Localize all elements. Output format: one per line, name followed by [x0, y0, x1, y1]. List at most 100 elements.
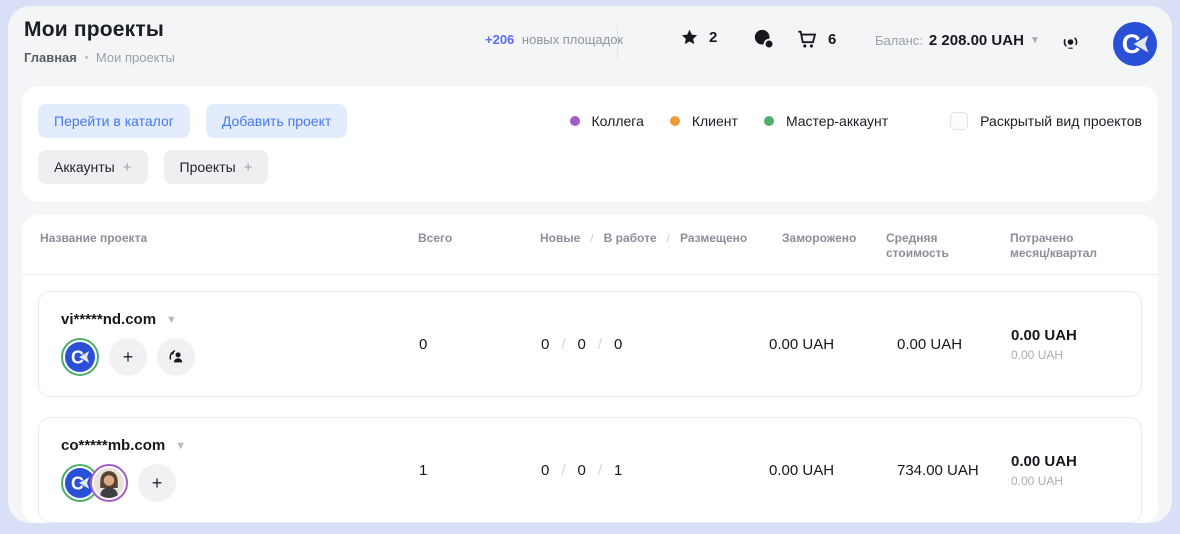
column-header-in-progress: В работе	[604, 231, 657, 246]
client-dot-icon	[670, 116, 680, 126]
toolbar-card: Перейти в каталог Добавить проект Коллег…	[22, 86, 1158, 202]
notifications-button[interactable]	[1060, 32, 1081, 53]
cart-icon	[796, 28, 818, 50]
legend-colleague-label: Коллега	[592, 113, 644, 129]
spent-values: 0.00 UAH 0.00 UAH	[1011, 453, 1141, 488]
favorites-button[interactable]: 2	[680, 28, 717, 47]
favorites-count: 2	[709, 29, 717, 46]
chevron-down-icon: ▼	[1030, 35, 1040, 46]
column-header-frozen: Заморожено	[768, 231, 886, 246]
app-window: Мои проекты Главная Мои проекты +206 нов…	[8, 6, 1172, 523]
breadcrumb-home[interactable]: Главная	[24, 50, 77, 65]
table-header-divider	[22, 274, 1158, 275]
total-value: 1	[419, 462, 541, 479]
balance-label: Баланс:	[875, 33, 923, 48]
expanded-view-toggle[interactable]: Раскрытый вид проектов	[950, 112, 1142, 130]
total-value: 0	[419, 336, 541, 353]
plus-icon: +	[152, 473, 163, 494]
chat-icon	[753, 28, 775, 50]
collaborator-logo[interactable]: C	[1113, 22, 1157, 66]
slash-separator: /	[598, 336, 602, 353]
column-header-statuses: Новые / В работе / Размещено	[540, 231, 768, 246]
project-cell: vi*****nd.com ▼ C +	[61, 292, 419, 396]
star-icon	[680, 28, 699, 47]
column-header-placed: Размещено	[680, 231, 747, 246]
avg-cost-value: 734.00 UAH	[887, 462, 1011, 479]
cart-count: 6	[828, 31, 836, 48]
colleague-dot-icon	[570, 116, 580, 126]
column-header-avg-cost: Средняя стоимость	[886, 231, 978, 261]
project-name: vi*****nd.com	[61, 311, 156, 328]
master-account-avatar[interactable]: C	[61, 338, 99, 376]
chevron-down-icon: ▼	[175, 440, 186, 452]
new-value: 0	[541, 336, 549, 353]
expanded-view-checkbox[interactable]	[950, 112, 968, 130]
transfer-project-button[interactable]	[157, 338, 195, 376]
new-platforms-label: новых площадок	[522, 32, 623, 47]
add-member-button[interactable]: +	[138, 464, 176, 502]
legend-client-label: Клиент	[692, 113, 738, 129]
slash-separator: /	[590, 231, 593, 246]
table-header: Название проекта Всего Новые / В работе …	[22, 215, 1158, 274]
user-transfer-icon	[166, 347, 186, 367]
messages-button[interactable]	[753, 28, 775, 50]
accounts-filter-button[interactable]: Аккаунты +	[38, 150, 148, 184]
project-row: co*****mb.com ▼ C	[38, 417, 1142, 523]
column-header-name: Название проекта	[40, 231, 418, 246]
legend-colleague: Коллега	[570, 113, 644, 129]
breadcrumb: Главная Мои проекты	[24, 50, 175, 65]
new-value: 0	[541, 462, 549, 479]
slash-separator: /	[667, 231, 670, 246]
plus-icon: +	[123, 159, 132, 176]
projects-filter-label: Проекты	[180, 159, 236, 175]
project-row: vi*****nd.com ▼ C +	[38, 291, 1142, 397]
project-cell: co*****mb.com ▼ C	[61, 418, 419, 522]
notifications-icon	[1060, 32, 1081, 53]
add-member-button[interactable]: +	[109, 338, 147, 376]
new-platforms-link[interactable]: +206 новых площадок	[485, 32, 623, 47]
expanded-view-label: Раскрытый вид проектов	[980, 113, 1142, 129]
slash-separator: /	[561, 336, 565, 353]
slash-separator: /	[598, 462, 602, 479]
go-to-catalog-button[interactable]: Перейти в каталог	[38, 104, 190, 138]
in-progress-value: 0	[578, 462, 586, 479]
frozen-value: 0.00 UAH	[769, 336, 887, 353]
spent-quarter-value: 0.00 UAH	[1011, 474, 1141, 488]
header: Мои проекты Главная Мои проекты +206 нов…	[8, 6, 1172, 86]
project-name-dropdown[interactable]: vi*****nd.com ▼	[61, 311, 419, 328]
spent-month-value: 0.00 UAH	[1011, 453, 1141, 470]
column-header-new: Новые	[540, 231, 580, 246]
colleague-avatar[interactable]	[90, 464, 128, 502]
spent-month-value: 0.00 UAH	[1011, 327, 1141, 344]
header-divider	[617, 26, 618, 60]
avg-cost-value: 0.00 UAH	[887, 336, 1011, 353]
project-name: co*****mb.com	[61, 437, 165, 454]
project-avatars: C +	[61, 338, 419, 376]
cart-button[interactable]: 6	[796, 28, 836, 50]
in-progress-value: 0	[578, 336, 586, 353]
add-project-button[interactable]: Добавить проект	[206, 104, 347, 138]
statuses-values: 0 / 0 / 1	[541, 462, 769, 479]
placed-value: 1	[614, 462, 622, 479]
balance-dropdown[interactable]: Баланс: 2 208.00 UAH ▼	[875, 32, 1040, 49]
chevron-down-icon: ▼	[166, 314, 177, 326]
account-type-legend: Коллега Клиент Мастер-аккаунт	[570, 113, 889, 129]
legend-master-account: Мастер-аккаунт	[764, 113, 888, 129]
slash-separator: /	[561, 462, 565, 479]
projects-filter-button[interactable]: Проекты +	[164, 150, 269, 184]
project-name-dropdown[interactable]: co*****mb.com ▼	[61, 437, 419, 454]
column-header-total: Всего	[418, 231, 540, 246]
spent-values: 0.00 UAH 0.00 UAH	[1011, 327, 1141, 362]
spent-quarter-value: 0.00 UAH	[1011, 348, 1141, 362]
breadcrumb-separator	[85, 56, 88, 59]
projects-table-card: Название проекта Всего Новые / В работе …	[22, 215, 1158, 523]
master-account-dot-icon	[764, 116, 774, 126]
accounts-filter-label: Аккаунты	[54, 159, 115, 175]
legend-client: Клиент	[670, 113, 738, 129]
new-platforms-count: +206	[485, 32, 514, 47]
plus-icon: +	[244, 159, 253, 176]
page-title: Мои проекты	[24, 18, 164, 42]
breadcrumb-current: Мои проекты	[96, 50, 175, 65]
placed-value: 0	[614, 336, 622, 353]
balance-value: 2 208.00 UAH	[929, 32, 1024, 49]
